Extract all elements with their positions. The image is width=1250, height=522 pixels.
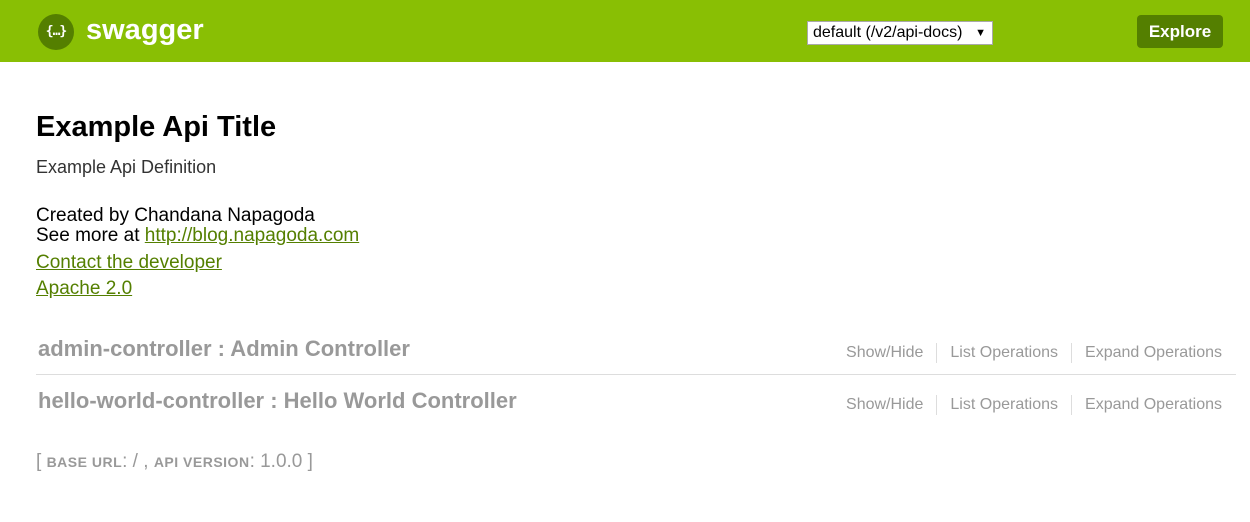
show-hide-link[interactable]: Show/Hide [833, 395, 936, 415]
resource-actions: Show/Hide List Operations Expand Operati… [833, 395, 1222, 415]
base-url-value: : / , [122, 451, 154, 472]
resource-heading[interactable]: admin-controller : Admin Controller [38, 336, 410, 362]
show-hide-link[interactable]: Show/Hide [833, 343, 936, 363]
base-url-footer: [ BASE URL: / , API VERSION: 1.0.0 ] [36, 451, 313, 473]
expand-operations-link[interactable]: Expand Operations [1071, 395, 1222, 415]
resource-hello-world-controller: hello-world-controller : Hello World Con… [36, 386, 1236, 426]
resource-actions: Show/Hide List Operations Expand Operati… [833, 343, 1222, 363]
api-spec-selected-value: default (/v2/api-docs) [813, 24, 963, 41]
api-version-value: : 1.0.0 [249, 451, 308, 472]
api-title: Example Api Title [36, 111, 277, 143]
contact-developer-link[interactable]: Contact the developer [36, 253, 222, 273]
expand-operations-link[interactable]: Expand Operations [1071, 343, 1222, 363]
top-bar: {…} swagger default (/v2/api-docs) ▼ Exp… [0, 0, 1250, 62]
dropdown-caret-icon: ▼ [975, 27, 986, 39]
see-more-prefix: See more at [36, 225, 145, 246]
api-description: Example Api Definition [36, 157, 217, 177]
api-spec-select[interactable]: default (/v2/api-docs) ▼ [807, 21, 993, 45]
list-operations-link[interactable]: List Operations [936, 343, 1071, 363]
explore-button[interactable]: Explore [1137, 15, 1223, 48]
api-author: Created by Chandana Napagoda [36, 205, 315, 226]
open-bracket: [ [36, 451, 47, 472]
api-version-label: API VERSION [153, 454, 250, 470]
license-link[interactable]: Apache 2.0 [36, 279, 132, 299]
blog-link[interactable]: http://blog.napagoda.com [145, 225, 359, 246]
swagger-logo-icon[interactable]: {…} [38, 14, 74, 50]
resource-admin-controller: admin-controller : Admin Controller Show… [36, 334, 1236, 375]
base-url-label: BASE URL [46, 454, 123, 470]
swagger-logo-text[interactable]: swagger [86, 12, 204, 48]
list-operations-link[interactable]: List Operations [936, 395, 1071, 415]
resource-heading[interactable]: hello-world-controller : Hello World Con… [38, 388, 517, 414]
see-more-line: See more at http://blog.napagoda.com [36, 226, 359, 246]
close-bracket: ] [307, 451, 313, 472]
